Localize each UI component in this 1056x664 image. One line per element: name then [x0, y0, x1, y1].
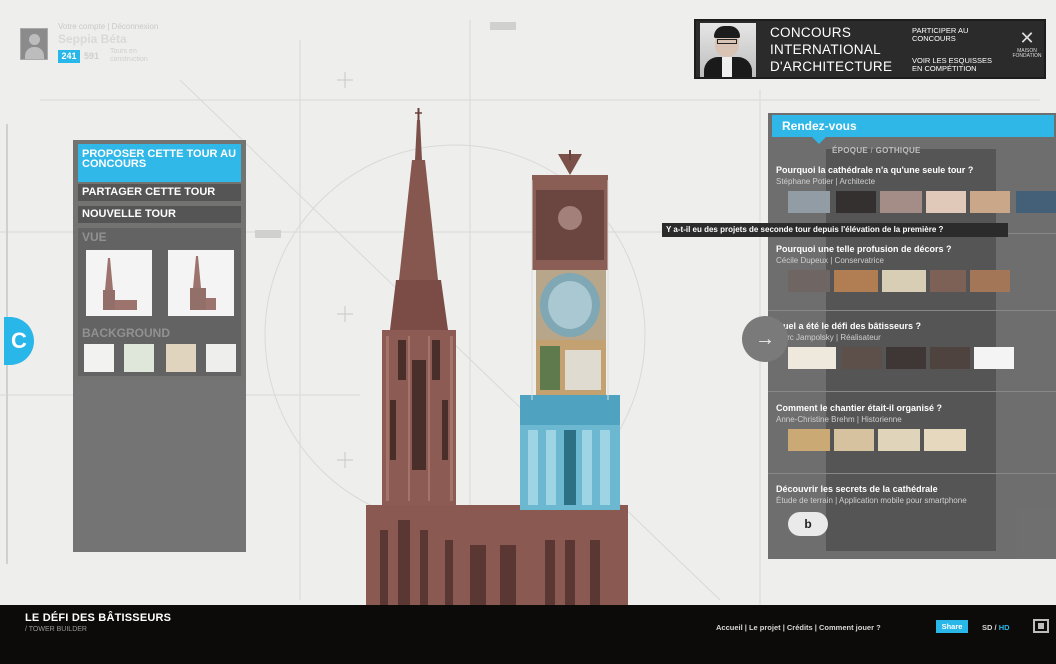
- sd-option[interactable]: SD: [982, 623, 992, 632]
- topic-question[interactable]: Découvrir les secrets de la cathédrale: [776, 484, 1056, 494]
- topic-media-strip: [776, 270, 1056, 292]
- view-thumbnail-side[interactable]: [168, 250, 234, 316]
- media-thumb[interactable]: [788, 429, 830, 451]
- share-button[interactable]: Share: [936, 620, 968, 633]
- background-swatch-parchment[interactable]: [166, 344, 196, 372]
- topic-item[interactable]: Comment le chantier était-il organisé ? …: [776, 403, 1056, 451]
- user-name: Seppia Béta: [58, 32, 127, 46]
- media-thumb[interactable]: [788, 270, 830, 292]
- media-thumb[interactable]: [788, 347, 836, 369]
- account-links[interactable]: Votre compte | Déconnexion: [58, 22, 158, 31]
- media-thumb[interactable]: [880, 191, 922, 213]
- app-subtitle: / TOWER BUILDER: [25, 626, 87, 633]
- media-thumb[interactable]: [926, 191, 966, 213]
- media-thumb[interactable]: [1016, 191, 1056, 213]
- topic-media-strip: [776, 191, 1056, 213]
- towers-label: Tours en construction: [110, 48, 148, 63]
- quality-toggle[interactable]: SD / HD: [982, 623, 1010, 632]
- topic-item[interactable]: Quel a été le défi des bâtisseurs ? Marc…: [776, 321, 1056, 369]
- topic-tooltip: Y a-t-il eu des projets de seconde tour …: [662, 223, 1008, 237]
- background-label: BACKGROUND: [82, 326, 170, 340]
- footer-bar: LE DÉFI DES BÂTISSEURS / TOWER BUILDER A…: [0, 605, 1056, 664]
- media-thumb[interactable]: [878, 429, 920, 451]
- secondary-score: 591: [84, 51, 100, 61]
- cross-logo-icon: ✕: [1019, 28, 1035, 48]
- topic-item[interactable]: Découvrir les secrets de la cathédrale É…: [776, 484, 1056, 505]
- view-thumbnail-front[interactable]: [86, 250, 152, 316]
- score-badge: 241: [58, 50, 80, 63]
- architect-portrait: [700, 23, 756, 77]
- rendez-vous-panel: Rendez-vous ÉPOQUE / GOTHIQUE Pourquoi l…: [768, 113, 1056, 559]
- background-section: BACKGROUND: [78, 324, 241, 376]
- new-tower-button[interactable]: NOUVELLE TOUR: [78, 206, 241, 223]
- background-swatch-light[interactable]: [206, 344, 236, 372]
- topic-author: Étude de terrain | Application mobile po…: [776, 496, 967, 505]
- topic-media-strip: [776, 347, 1056, 369]
- topic-question[interactable]: Pourquoi la cathédrale n'a qu'une seule …: [776, 165, 1056, 175]
- user-account-block: Votre compte | Déconnexion Seppia Béta 2…: [20, 20, 220, 64]
- media-thumb[interactable]: [836, 191, 876, 213]
- mobile-app-icon[interactable]: b: [788, 512, 828, 536]
- propose-tower-button[interactable]: PROPOSER CETTE TOUR AU CONCOURS: [78, 144, 241, 182]
- topic-author: Anne-Christine Brehm | Historienne: [776, 415, 902, 424]
- banner-title: CONCOURS INTERNATIONAL D'ARCHITECTURE: [770, 25, 893, 74]
- media-thumb[interactable]: [788, 191, 830, 213]
- cathedral-tower-illustration: [366, 108, 628, 605]
- topic-item[interactable]: Pourquoi une telle profusion de décors ?…: [776, 244, 1056, 292]
- media-thumb[interactable]: [924, 429, 966, 451]
- background-swatch-white[interactable]: [84, 344, 114, 372]
- app-title: LE DÉFI DES BÂTISSEURS: [25, 612, 172, 624]
- hd-option[interactable]: HD: [999, 623, 1010, 632]
- topic-question[interactable]: Comment le chantier était-il organisé ?: [776, 403, 1056, 413]
- concours-banner[interactable]: CONCOURS INTERNATIONAL D'ARCHITECTURE PA…: [694, 19, 1046, 79]
- media-thumb[interactable]: [834, 270, 878, 292]
- topic-question[interactable]: Quel a été le défi des bâtisseurs ?: [776, 321, 1056, 331]
- footer-nav-links[interactable]: Accueil | Le projet | Crédits | Comment …: [716, 623, 881, 632]
- media-thumb[interactable]: [930, 347, 970, 369]
- topic-item[interactable]: Pourquoi la cathédrale n'a qu'une seule …: [776, 165, 1056, 213]
- media-thumb[interactable]: [886, 347, 926, 369]
- topic-author: Stéphane Potier | Architecte: [776, 177, 876, 186]
- media-thumb[interactable]: [930, 270, 966, 292]
- topic-author: Cécile Dupeux | Conservatrice: [776, 256, 884, 265]
- foundation-logo: ✕ MAISON FONDATION: [1012, 28, 1042, 59]
- media-thumb[interactable]: [974, 347, 1014, 369]
- view-section: VUE: [78, 228, 241, 324]
- media-thumb[interactable]: [834, 429, 874, 451]
- topic-media-strip: [776, 429, 1056, 451]
- rendez-vous-header: Rendez-vous: [772, 115, 1054, 144]
- share-tower-button[interactable]: PARTAGER CETTE TOUR: [78, 184, 241, 201]
- view-sketches-link[interactable]: VOIR LES ESQUISSES EN COMPÉTITION: [912, 57, 1004, 73]
- fullscreen-icon[interactable]: [1033, 619, 1049, 633]
- next-arrow-button[interactable]: →: [742, 316, 788, 362]
- view-label: VUE: [82, 230, 107, 244]
- media-thumb[interactable]: [882, 270, 926, 292]
- topic-question[interactable]: Pourquoi une telle profusion de décors ?: [776, 244, 1056, 254]
- topic-author: Marc Jampolsky | Réalisateur: [776, 333, 881, 342]
- avatar[interactable]: [20, 28, 48, 60]
- media-thumb[interactable]: [970, 270, 1010, 292]
- media-thumb[interactable]: [842, 347, 882, 369]
- media-thumb[interactable]: [970, 191, 1010, 213]
- background-swatch-green[interactable]: [124, 344, 154, 372]
- tower-options-panel: PROPOSER CETTE TOUR AU CONCOURS PARTAGER…: [73, 140, 246, 552]
- participate-link[interactable]: PARTICIPER AU CONCOURS: [912, 27, 1004, 43]
- epoque-filter[interactable]: ÉPOQUE / GOTHIQUE: [832, 146, 921, 155]
